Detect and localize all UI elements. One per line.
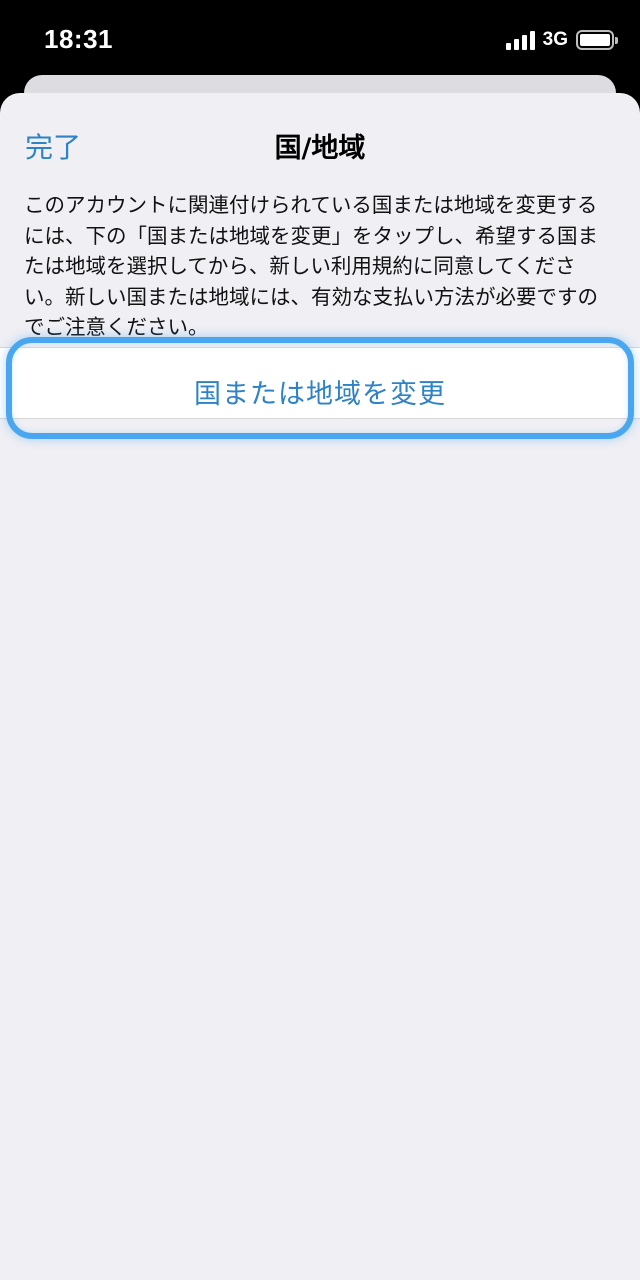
change-region-button[interactable] <box>6 337 634 439</box>
region-sheet: 完了 国/地域 このアカウントに関連付けられている国または地域を変更するには、下… <box>0 93 640 1280</box>
navigation-bar: 完了 国/地域 <box>0 93 640 193</box>
status-time: 18:31 <box>44 24 113 54</box>
status-bar: 18:31 3G <box>0 0 640 80</box>
page-title: 国/地域 <box>274 133 366 164</box>
status-indicators: 3G <box>505 28 618 52</box>
signal-bars-icon <box>505 30 535 50</box>
network-type: 3G <box>542 29 568 50</box>
description-text: このアカウントに関連付けられている国または地域を変更するには、下の「国または地域… <box>24 193 598 340</box>
battery-icon <box>576 30 618 50</box>
